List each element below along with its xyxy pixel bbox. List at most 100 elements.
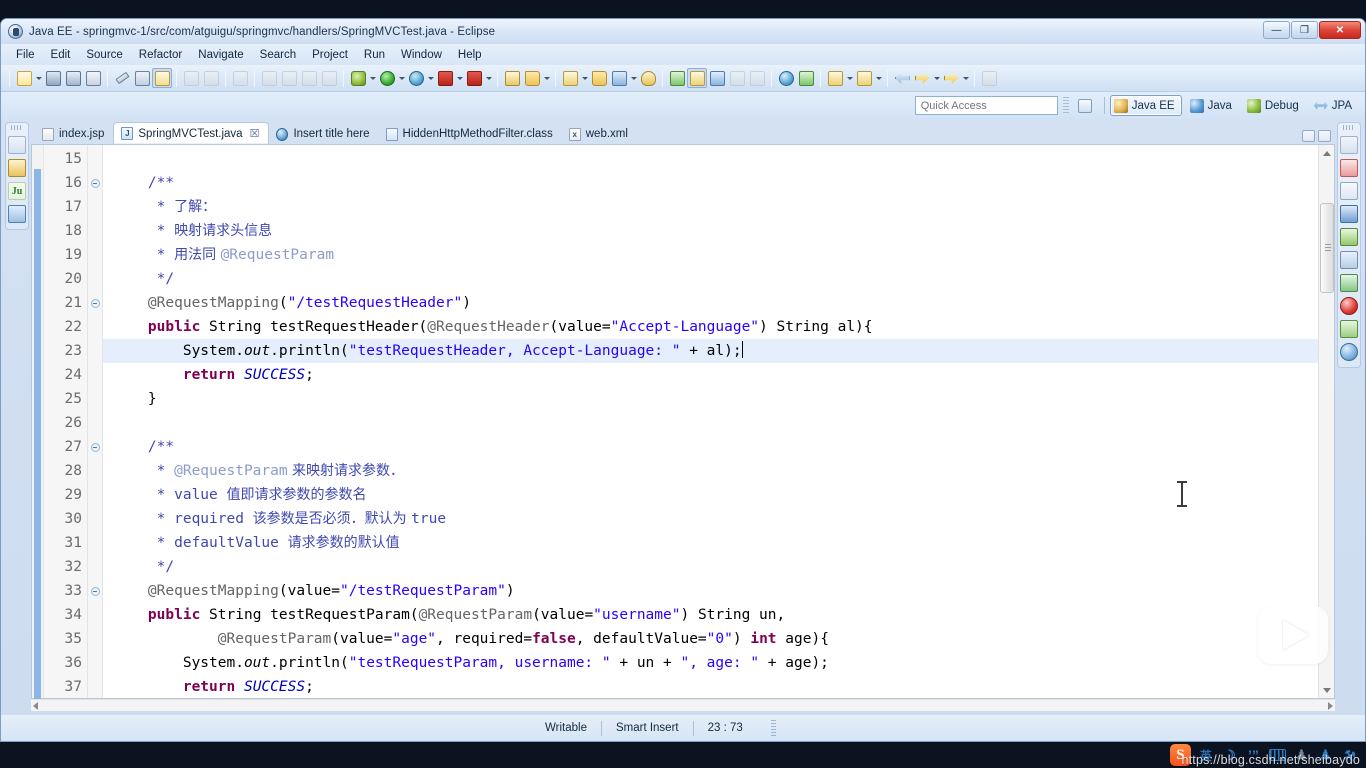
left-package-explorer[interactable]: [8, 159, 26, 177]
right-problems-view[interactable]: [1340, 297, 1358, 315]
toolbar-new-wizard[interactable]: [14, 68, 34, 88]
right-internal-browser-view[interactable]: [1340, 343, 1358, 361]
toolbar-annotation-toggle[interactable]: [687, 68, 707, 88]
chevron-down-icon[interactable]: [368, 68, 377, 88]
fold-collapse-icon[interactable]: [88, 435, 102, 459]
code-line[interactable]: System.out.println("testRequestHeader, A…: [103, 339, 1318, 363]
toolbar-run-external-tools[interactable]: [406, 68, 426, 88]
editor-maximize-button[interactable]: [1318, 130, 1331, 142]
toolbar-toggle-breadcrumb[interactable]: [132, 68, 152, 88]
toolbar-back-disabled[interactable]: [230, 68, 250, 88]
menu-item-search[interactable]: Search: [253, 47, 303, 63]
status-bar-drag-handle[interactable]: [770, 720, 776, 736]
toolbar-quick-fix[interactable]: [112, 68, 132, 88]
perspective-java[interactable]: Java: [1186, 95, 1239, 116]
toolbar-stop-server[interactable]: [435, 68, 455, 88]
chevron-down-icon[interactable]: [426, 68, 435, 88]
toolbar-search[interactable]: [638, 68, 658, 88]
toolbar-run[interactable]: [377, 68, 397, 88]
chevron-down-icon[interactable]: [397, 68, 406, 88]
right-snippets-view[interactable]: [1340, 251, 1358, 269]
menu-item-window[interactable]: Window: [394, 47, 449, 63]
toolbar-next-annotation[interactable]: [825, 68, 845, 88]
right-restore-view[interactable]: [1340, 136, 1358, 154]
folding-ruler[interactable]: [88, 145, 103, 698]
editor-tab-index-jsp[interactable]: index.jsp: [35, 124, 113, 144]
right-servers-view[interactable]: [1340, 159, 1358, 177]
menu-item-file[interactable]: File: [9, 47, 42, 63]
quick-access-input[interactable]: [914, 96, 1058, 115]
code-line[interactable]: /**: [103, 435, 1318, 459]
code-line[interactable]: * required 该参数是否必须．默认为 true: [103, 507, 1318, 531]
toolbar-open-browser[interactable]: [776, 68, 796, 88]
perspective-jpa[interactable]: JPA: [1310, 95, 1359, 116]
scroll-left-arrow[interactable]: [33, 701, 38, 710]
perspective-debug[interactable]: Debug: [1243, 95, 1306, 116]
toolbar-save[interactable]: [43, 68, 63, 88]
strip-drag-handle[interactable]: [1343, 125, 1355, 130]
scroll-right-arrow[interactable]: [1328, 701, 1333, 710]
minimize-button[interactable]: —: [1263, 21, 1290, 39]
open-perspective-button[interactable]: [1074, 95, 1099, 116]
chevron-down-icon[interactable]: [629, 68, 638, 88]
editor-tab-insert-title-here[interactable]: Insert title here: [269, 124, 378, 144]
toolbar-new-connection[interactable]: [796, 68, 816, 88]
menu-item-project[interactable]: Project: [305, 47, 355, 63]
toolbar-redo-disabled[interactable]: [201, 68, 221, 88]
code-line[interactable]: return SUCCESS;: [103, 363, 1318, 387]
code-line[interactable]: * defaultValue 请求参数的默认值: [103, 531, 1318, 555]
chevron-down-icon[interactable]: [484, 68, 493, 88]
code-line[interactable]: [103, 147, 1318, 171]
fold-collapse-icon[interactable]: [88, 579, 102, 603]
toolbar-open-resource[interactable]: [609, 68, 629, 88]
left-restore-view[interactable]: [8, 136, 26, 154]
code-line[interactable]: System.out.println("testRequestParam, us…: [103, 651, 1318, 675]
menu-item-source[interactable]: Source: [79, 47, 129, 63]
chevron-down-icon[interactable]: [961, 68, 970, 88]
fold-minus-icon[interactable]: [90, 586, 100, 596]
code-line[interactable]: [103, 411, 1318, 435]
editor-tab-springmvctest-java[interactable]: J SpringMVCTest.java ☒: [113, 122, 270, 144]
chevron-down-icon[interactable]: [874, 68, 883, 88]
toolbar-forward-history[interactable]: [912, 68, 932, 88]
menu-item-edit[interactable]: Edit: [44, 47, 78, 63]
video-play-overlay-icon[interactable]: [1258, 606, 1328, 664]
code-line[interactable]: * 用法同 @RequestParam: [103, 243, 1318, 267]
toolbar-suspend-disabled[interactable]: [279, 68, 299, 88]
toolbar-open-task[interactable]: [589, 68, 609, 88]
toolbar-drag-handle[interactable]: [1062, 97, 1069, 114]
right-tasks-view[interactable]: [1340, 274, 1358, 292]
fold-collapse-icon[interactable]: [88, 291, 102, 315]
toolbar-resume-disabled[interactable]: [259, 68, 279, 88]
toolbar-undo-disabled[interactable]: [181, 68, 201, 88]
toolbar-block-selection[interactable]: [747, 68, 767, 88]
code-line[interactable]: * 映射请求头信息: [103, 219, 1318, 243]
chevron-down-icon[interactable]: [34, 68, 43, 88]
toolbar-new-java-project[interactable]: [502, 68, 522, 88]
right-display-view[interactable]: [1340, 205, 1358, 223]
code-line[interactable]: * @RequestParam 来映射请求参数．: [103, 459, 1318, 483]
toolbar-last-edit-location[interactable]: [941, 68, 961, 88]
marker-ruler[interactable]: [32, 145, 44, 699]
chevron-down-icon[interactable]: [932, 68, 941, 88]
code-line[interactable]: /**: [103, 171, 1318, 195]
left-junit-view[interactable]: Ju: [8, 182, 26, 200]
left-outline-view[interactable]: [8, 205, 26, 223]
code-line[interactable]: public String testRequestParam(@RequestP…: [103, 603, 1318, 627]
menu-item-navigate[interactable]: Navigate: [191, 47, 250, 63]
source-code-text[interactable]: /** * 了解： * 映射请求头信息 * 用法同 @RequestParam …: [103, 145, 1318, 698]
toolbar-terminate-disabled[interactable]: [299, 68, 319, 88]
toolbar-debug[interactable]: [348, 68, 368, 88]
code-line[interactable]: * 了解：: [103, 195, 1318, 219]
fold-minus-icon[interactable]: [90, 298, 100, 308]
maximize-button[interactable]: ❐: [1291, 21, 1318, 39]
chevron-down-icon[interactable]: [455, 68, 464, 88]
editor-tab-web-xml[interactable]: x web.xml: [562, 124, 637, 144]
fold-collapse-icon[interactable]: [88, 171, 102, 195]
toolbar-disconnect-disabled[interactable]: [319, 68, 339, 88]
code-line[interactable]: */: [103, 555, 1318, 579]
toolbar-open-type[interactable]: [152, 68, 172, 88]
toolbar-link-editor[interactable]: [667, 68, 687, 88]
code-line[interactable]: return SUCCESS;: [103, 675, 1318, 698]
toolbar-pin-editor[interactable]: [979, 68, 999, 88]
